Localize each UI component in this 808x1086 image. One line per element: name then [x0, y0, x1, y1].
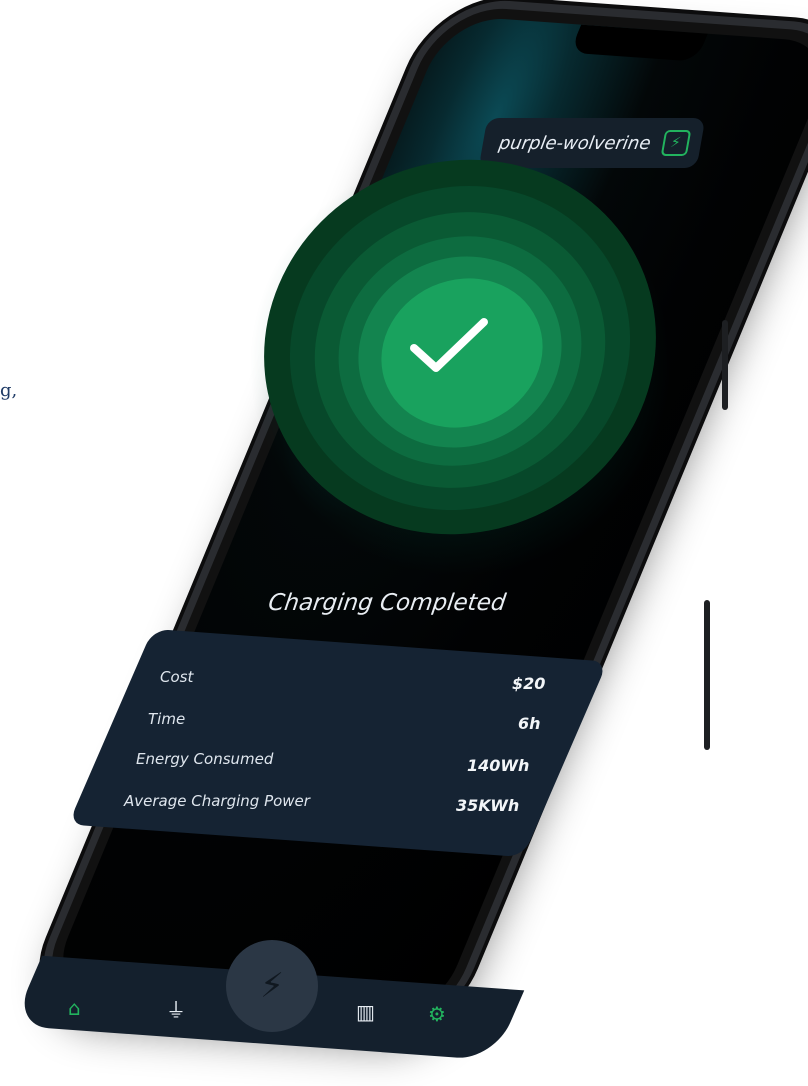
side-button [722, 320, 728, 410]
charging-status-title: Charging Completed [266, 590, 508, 616]
detail-value-energy: 140Wh [467, 756, 530, 775]
plug-icon[interactable]: ⏚ [166, 994, 186, 1023]
lightning-icon: ⚡ [260, 966, 284, 1006]
cropped-side-text: g, [0, 380, 18, 401]
side-button-lower [704, 600, 710, 750]
checkmark-icon [410, 318, 488, 372]
detail-label-energy: Energy Consumed [136, 750, 274, 768]
device-name-label: purple-wolverine [497, 132, 653, 154]
detail-value-power: 35KWh [456, 796, 520, 815]
home-icon[interactable]: ⌂ [68, 996, 81, 1020]
detail-value-time: 6h [518, 714, 541, 733]
detail-label-cost: Cost [160, 668, 194, 686]
dynamic-island [569, 24, 708, 62]
bar-chart-icon[interactable]: ▥ [356, 1000, 375, 1024]
charging-station-icon: ⚡ [660, 130, 691, 156]
gear-icon[interactable]: ⚙ [428, 1002, 446, 1026]
charging-summary-card [68, 628, 608, 858]
detail-value-cost: $20 [512, 674, 546, 693]
lightning-button[interactable]: ⚡ [226, 940, 318, 1032]
detail-label-power: Average Charging Power [124, 792, 310, 810]
detail-label-time: Time [148, 710, 186, 728]
